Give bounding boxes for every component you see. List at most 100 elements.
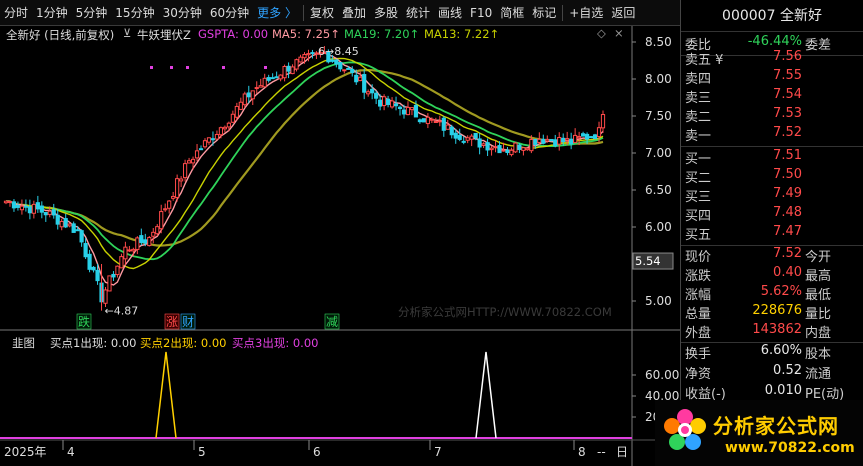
low-price-label: ←4.87 — [105, 305, 139, 318]
candle-body — [51, 209, 56, 216]
candle-body — [43, 211, 48, 216]
candle-body — [290, 66, 295, 75]
candlestick-chart[interactable]: 8.508.007.507.006.506.005.505.005.54←4.8… — [0, 26, 680, 466]
candle-body — [47, 210, 52, 215]
gspta-value: GSPTA: 0.00 — [198, 27, 269, 41]
toolbar-item-1[interactable]: 1分钟 — [32, 0, 72, 26]
candle-body — [131, 248, 136, 252]
candle-body — [147, 237, 152, 247]
toolbar-item-8[interactable]: 叠加 — [338, 0, 370, 26]
y-tick-label: 6.00 — [645, 220, 672, 234]
candle-body — [258, 85, 263, 88]
candle-body — [254, 87, 259, 90]
candle-body — [445, 124, 450, 130]
toolbar-item-2[interactable]: 5分钟 — [72, 0, 112, 26]
candle-body — [206, 137, 212, 143]
candle-body — [465, 137, 470, 141]
candle-body — [592, 134, 598, 140]
diamond-icon[interactable]: ◇ — [597, 26, 606, 40]
toolbar-item-0[interactable]: 分时 — [0, 0, 32, 26]
candle-body — [119, 256, 124, 269]
candle-body — [95, 269, 100, 282]
candle-body — [505, 149, 510, 153]
y-tick-label: 6.50 — [645, 183, 672, 197]
quote-row: 外盘 143862 内盘 — [685, 322, 832, 341]
toolbar-item-7[interactable]: 复权 — [306, 0, 338, 26]
collapse-icon[interactable]: ⊻ — [123, 26, 131, 40]
toolbar-item-12[interactable]: F10 — [466, 0, 496, 26]
close-icon[interactable]: × — [614, 26, 624, 40]
candle-body — [238, 101, 243, 110]
chart-title: 全新好 (日线,前复权) — [6, 28, 115, 42]
candle-body — [449, 126, 454, 136]
candle-body — [405, 106, 411, 116]
candle-body — [525, 147, 530, 151]
flower-logo-icon — [664, 409, 706, 450]
candle-body — [513, 142, 518, 153]
toolbar-item-10[interactable]: 统计 — [402, 0, 434, 26]
candle-body — [413, 104, 419, 118]
candle-body — [429, 118, 434, 121]
ma19-value: MA19: 7.20↑ — [344, 27, 420, 41]
toolbar-item-3[interactable]: 15分钟 — [111, 0, 158, 26]
candle-body — [242, 93, 247, 106]
quote-panel: 000007 全新好 委比 -46.44% 委差 卖五 ¥7.56 卖四 7.55 卖… — [680, 0, 863, 466]
candle-body — [485, 142, 490, 151]
y-tick-label: 7.50 — [645, 109, 672, 123]
stock-name: 全新好 — [779, 8, 822, 24]
candle-body — [306, 53, 311, 56]
candle-body — [286, 65, 291, 72]
toolbar-item-11[interactable]: 画线 — [434, 0, 466, 26]
chart-area[interactable]: 8.508.007.507.006.506.005.505.005.54←4.8… — [0, 26, 680, 466]
x-axis-label: 7 — [434, 445, 442, 459]
toolbar-item-9[interactable]: 多股 — [370, 0, 402, 26]
candle-body — [87, 253, 92, 270]
candle-body — [270, 77, 275, 80]
ma5-value: MA5: 7.25↑ — [272, 27, 340, 41]
candle-body — [278, 74, 283, 80]
candle-body — [433, 121, 438, 124]
candle-body — [425, 116, 430, 125]
sub-indicator-name[interactable]: 韭图 — [12, 335, 35, 351]
candle-body — [469, 135, 474, 140]
candle-body — [163, 208, 168, 211]
candle-body — [266, 77, 271, 81]
candle-body — [378, 99, 383, 107]
candle-body — [533, 138, 538, 145]
candle-body — [553, 139, 558, 147]
toolbar-item-13[interactable]: 简框 — [496, 0, 528, 26]
candle-body — [159, 211, 164, 230]
candle-body — [75, 229, 80, 232]
candle-body — [171, 195, 176, 199]
candle-body — [417, 119, 423, 123]
candle-body — [330, 59, 335, 62]
x-axis-label: 5 — [198, 445, 206, 459]
candle-body — [385, 98, 391, 105]
candle-body — [501, 149, 506, 152]
candle-body — [186, 160, 192, 164]
ask-row: 卖一 7.52 — [685, 125, 802, 144]
candle-body — [541, 138, 546, 144]
candle-body — [11, 201, 17, 209]
ask-row: 卖三 7.54 — [685, 87, 802, 106]
candle-body — [409, 107, 415, 111]
sub-y-tick-label: 60.00 — [645, 368, 679, 382]
toolbar-item-16[interactable]: 返回 — [607, 0, 639, 26]
candle-body — [35, 202, 40, 210]
toolbar-item-14[interactable]: 标记 — [528, 0, 560, 26]
candle-body — [549, 138, 554, 142]
toolbar-item-5[interactable]: 60分钟 — [206, 0, 253, 26]
candle-body — [545, 138, 550, 142]
candle-body — [111, 273, 116, 278]
y-tick-label: 5.00 — [645, 294, 672, 308]
stat-row: 换手 6.60% 股本 — [685, 343, 832, 362]
candle-body — [397, 106, 403, 110]
toolbar-item-6[interactable]: 更多 〉 — [253, 0, 301, 26]
toolbar-item-4[interactable]: 30分钟 — [159, 0, 206, 26]
bid-row: 买四 7.48 — [685, 205, 802, 224]
quote-row: 现价 7.52 今开 — [685, 246, 832, 265]
candle-body — [493, 146, 498, 149]
indicator-name[interactable]: 牛妖埋伏Z — [137, 27, 191, 43]
candle-body — [55, 214, 60, 225]
toolbar-item-15[interactable]: +自选 — [565, 0, 607, 26]
